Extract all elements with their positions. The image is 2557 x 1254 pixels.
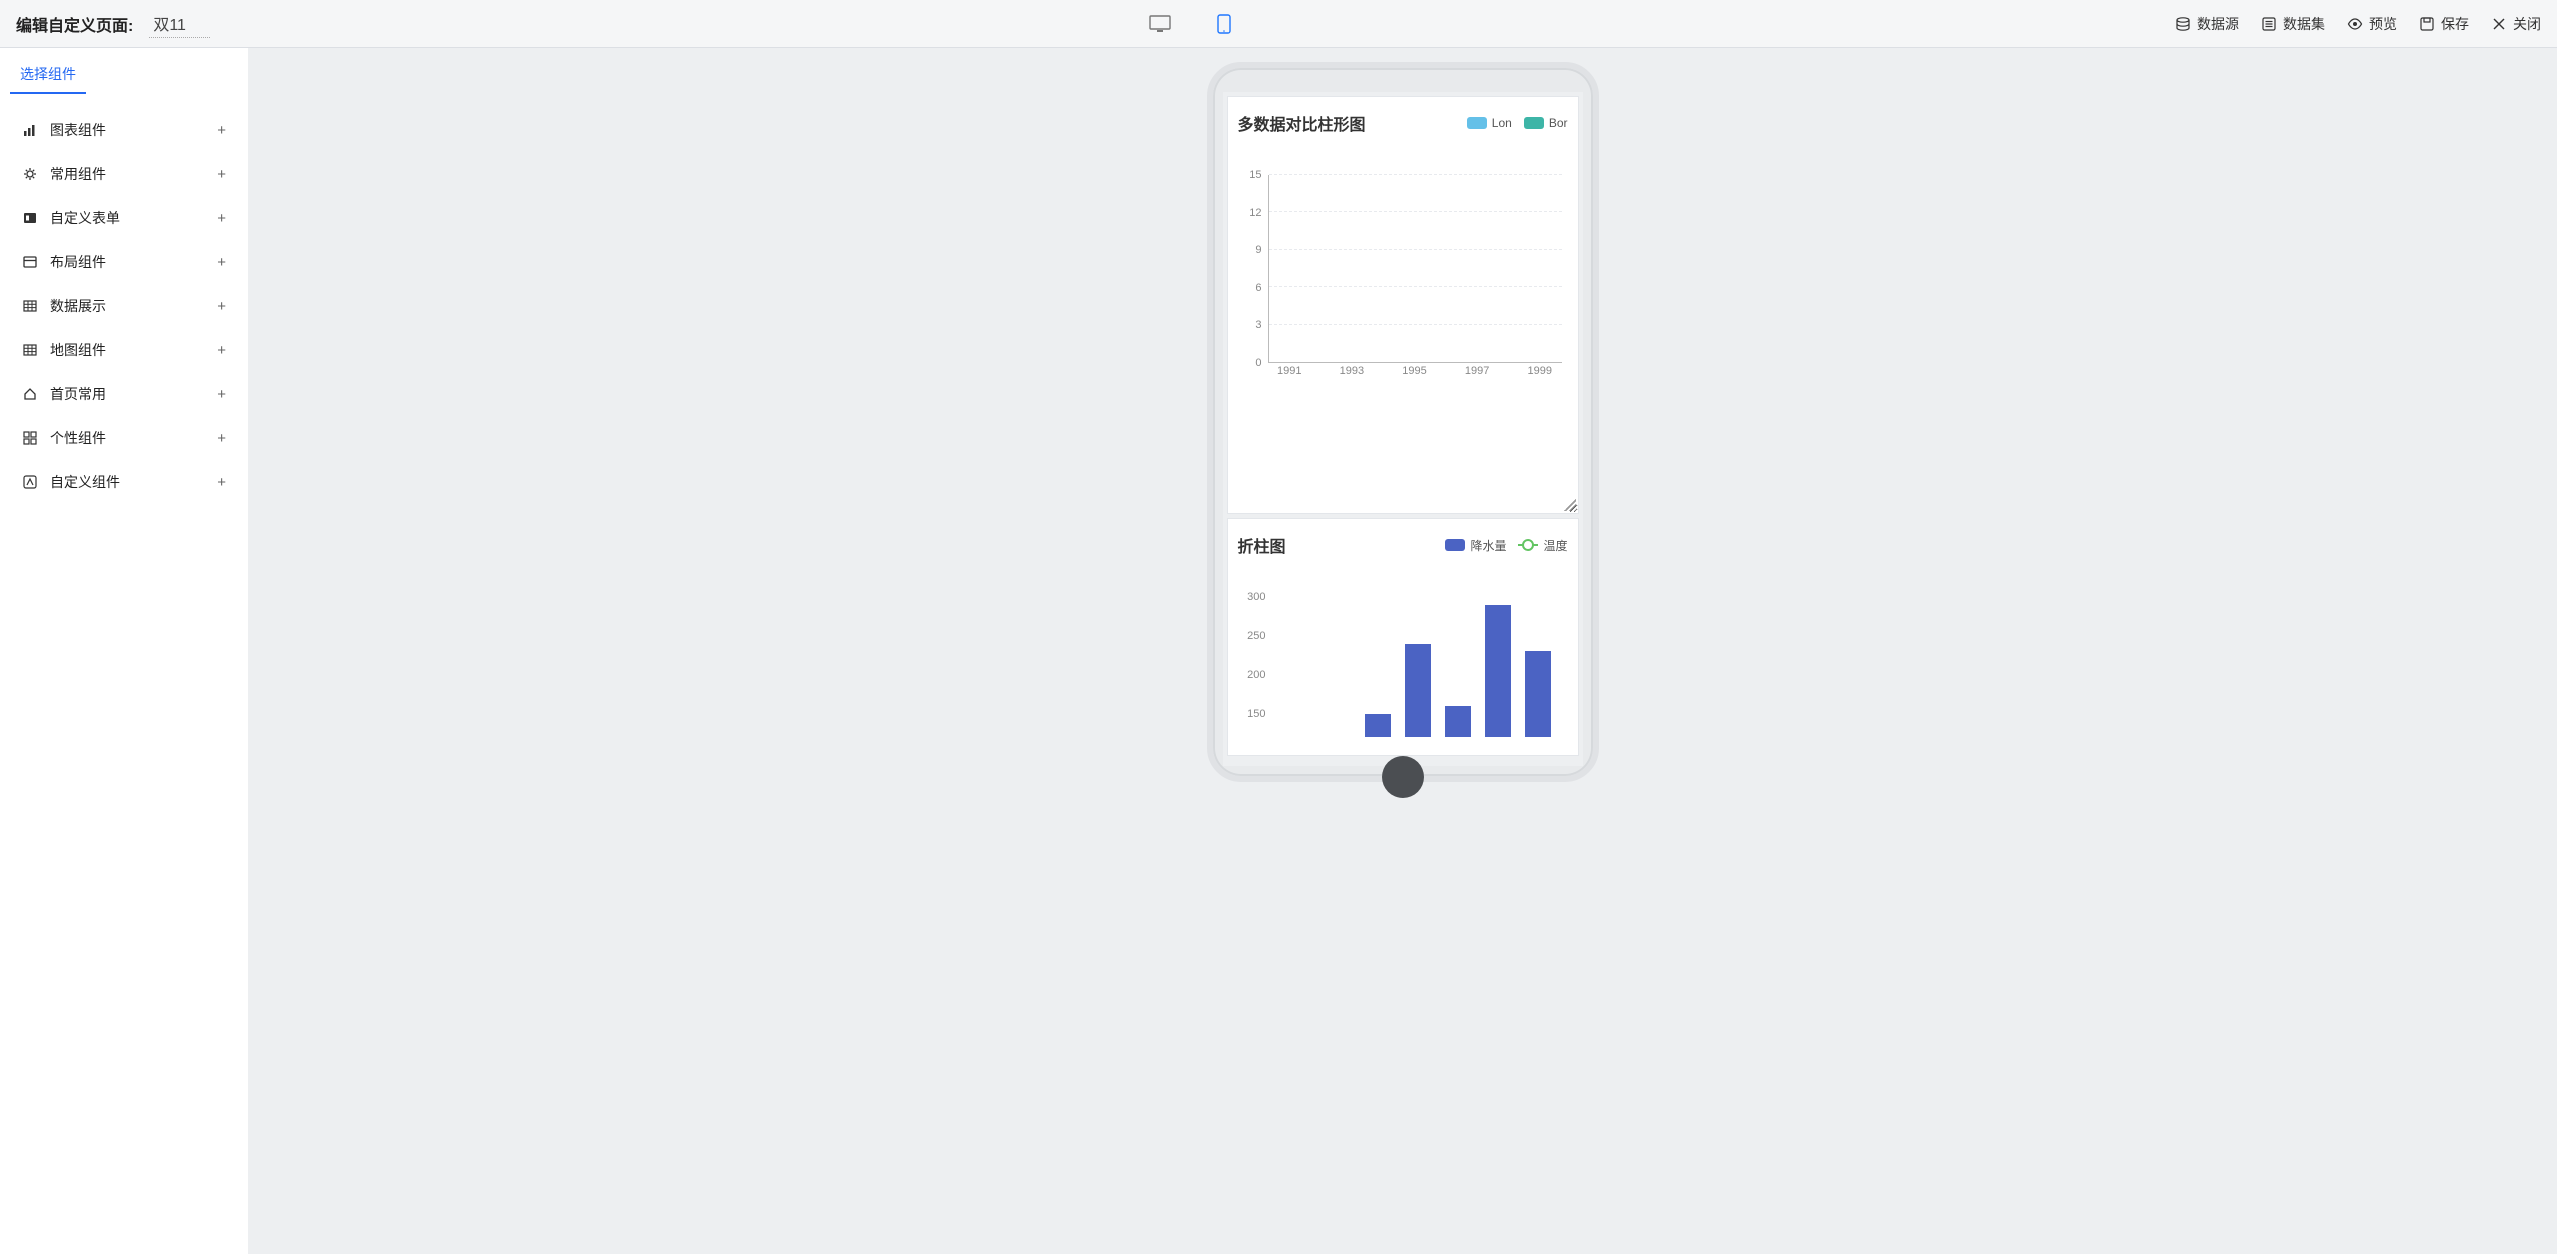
y-tick: 12 xyxy=(1249,207,1261,219)
form-icon xyxy=(22,210,38,226)
sidebar-item-label: 数据展示 xyxy=(50,296,106,316)
eye-icon xyxy=(2347,16,2363,32)
topbar: 编辑自定义页面: 双11 数据源 数据集 预览 xyxy=(0,0,2557,48)
chart-card-bar-line[interactable]: 折柱图 降水量 温度 150 200 250 300 xyxy=(1227,518,1579,756)
list-icon xyxy=(2261,16,2277,32)
bar xyxy=(1445,706,1471,737)
legend-swatch-bor xyxy=(1524,117,1544,129)
gear-icon xyxy=(22,166,38,182)
legend-label-lon: Lon xyxy=(1492,116,1512,130)
bar xyxy=(1365,714,1391,737)
close-icon xyxy=(2491,16,2507,32)
sidebar-item-个性组件[interactable]: 个性组件 + xyxy=(0,416,248,460)
chart2-legend: 降水量 温度 xyxy=(1445,537,1567,554)
chart-card-grouped-bar[interactable]: 多数据对比柱形图 Lon Bor 0 3 6 9 12 15 1991 1993 1995 19… xyxy=(1227,96,1579,514)
sidebar-item-布局组件[interactable]: 布局组件 + xyxy=(0,240,248,284)
x-tick: 1999 xyxy=(1527,365,1551,385)
chart1-legend: Lon Bor xyxy=(1467,116,1568,130)
save-icon xyxy=(2419,16,2435,32)
legend-swatch-rain xyxy=(1445,539,1465,551)
sidebar-item-label: 自定义表单 xyxy=(50,208,120,228)
y-tick: 300 xyxy=(1247,591,1265,603)
save-button[interactable]: 保存 xyxy=(2419,14,2469,34)
page-editor-title: 编辑自定义页面: xyxy=(16,12,133,36)
phone-home-button xyxy=(1382,756,1424,798)
y-tick: 15 xyxy=(1249,169,1261,181)
sidebar-item-自定义组件[interactable]: 自定义组件 + xyxy=(0,460,248,504)
chart-icon xyxy=(22,122,38,138)
sidebar-item-图表组件[interactable]: 图表组件 + xyxy=(0,108,248,152)
sidebar-item-label: 首页常用 xyxy=(50,384,106,404)
bar xyxy=(1485,605,1511,737)
custom-icon xyxy=(22,474,38,490)
bar xyxy=(1405,644,1431,737)
sidebar-item-首页常用[interactable]: 首页常用 + xyxy=(0,372,248,416)
device-desktop-button[interactable] xyxy=(1146,12,1174,36)
table-icon xyxy=(22,298,38,314)
y-tick: 9 xyxy=(1255,244,1261,256)
sidebar-item-自定义表单[interactable]: 自定义表单 + xyxy=(0,196,248,240)
bar xyxy=(1525,651,1551,737)
sidebar-item-label: 地图组件 xyxy=(50,340,106,360)
save-label: 保存 xyxy=(2441,14,2469,34)
y-tick: 200 xyxy=(1247,669,1265,681)
datasource-label: 数据源 xyxy=(2197,14,2239,34)
legend-label-rain: 降水量 xyxy=(1470,537,1506,554)
sidebar-item-地图组件[interactable]: 地图组件 + xyxy=(0,328,248,372)
database-icon xyxy=(2175,16,2191,32)
x-tick: 1995 xyxy=(1402,365,1426,385)
page-name-input[interactable]: 双11 xyxy=(149,9,210,38)
legend-line-temp xyxy=(1518,544,1538,546)
dataset-label: 数据集 xyxy=(2283,14,2325,34)
sidebar-item-label: 布局组件 xyxy=(50,252,106,272)
sidebar-item-数据展示[interactable]: 数据展示 + xyxy=(0,284,248,328)
datasource-button[interactable]: 数据源 xyxy=(2175,14,2239,34)
legend-label-temp: 温度 xyxy=(1543,537,1567,554)
phone-screen[interactable]: 多数据对比柱形图 Lon Bor 0 3 6 9 12 15 1991 1993 1995 19… xyxy=(1223,92,1583,766)
expand-icon: + xyxy=(217,166,226,183)
expand-icon: + xyxy=(217,386,226,403)
y-tick: 250 xyxy=(1247,630,1265,642)
sidebar-item-常用组件[interactable]: 常用组件 + xyxy=(0,152,248,196)
phone-frame: 多数据对比柱形图 Lon Bor 0 3 6 9 12 15 1991 1993 1995 19… xyxy=(1207,62,1599,782)
sidebar-item-label: 常用组件 xyxy=(50,164,106,184)
close-button[interactable]: 关闭 xyxy=(2491,14,2541,34)
x-tick: 1997 xyxy=(1465,365,1489,385)
preview-label: 预览 xyxy=(2369,14,2397,34)
expand-icon: + xyxy=(217,430,226,447)
chart2-title: 折柱图 xyxy=(1238,533,1286,557)
close-label: 关闭 xyxy=(2513,14,2541,34)
y-tick: 150 xyxy=(1247,708,1265,720)
expand-icon: + xyxy=(217,210,226,227)
home-icon xyxy=(22,386,38,402)
legend-label-bor: Bor xyxy=(1549,116,1568,130)
expand-icon: + xyxy=(217,342,226,359)
sidebar-item-label: 自定义组件 xyxy=(50,472,120,492)
chart1-title: 多数据对比柱形图 xyxy=(1238,111,1366,135)
x-tick: 1991 xyxy=(1277,365,1301,385)
y-tick: 6 xyxy=(1255,282,1261,294)
preview-button[interactable]: 预览 xyxy=(2347,14,2397,34)
layout-icon xyxy=(22,254,38,270)
legend-swatch-lon xyxy=(1467,117,1487,129)
x-tick: 1993 xyxy=(1340,365,1364,385)
device-mobile-button[interactable] xyxy=(1210,12,1238,36)
expand-icon: + xyxy=(217,122,226,139)
sidebar-tab-select-components[interactable]: 选择组件 xyxy=(10,64,86,94)
canvas: 多数据对比柱形图 Lon Bor 0 3 6 9 12 15 1991 1993 1995 19… xyxy=(248,48,2557,1254)
resize-handle[interactable] xyxy=(1564,499,1576,511)
y-tick: 0 xyxy=(1255,357,1261,369)
y-tick: 3 xyxy=(1255,319,1261,331)
sidebar: 选择组件 图表组件+常用组件+自定义表单+布局组件+数据展示+地图组件+首页常用… xyxy=(0,48,248,1254)
expand-icon: + xyxy=(217,474,226,491)
expand-icon: + xyxy=(217,298,226,315)
table-icon xyxy=(22,342,38,358)
sidebar-item-label: 个性组件 xyxy=(50,428,106,448)
sidebar-item-label: 图表组件 xyxy=(50,120,106,140)
expand-icon: + xyxy=(217,254,226,271)
apps-icon xyxy=(22,430,38,446)
dataset-button[interactable]: 数据集 xyxy=(2261,14,2325,34)
